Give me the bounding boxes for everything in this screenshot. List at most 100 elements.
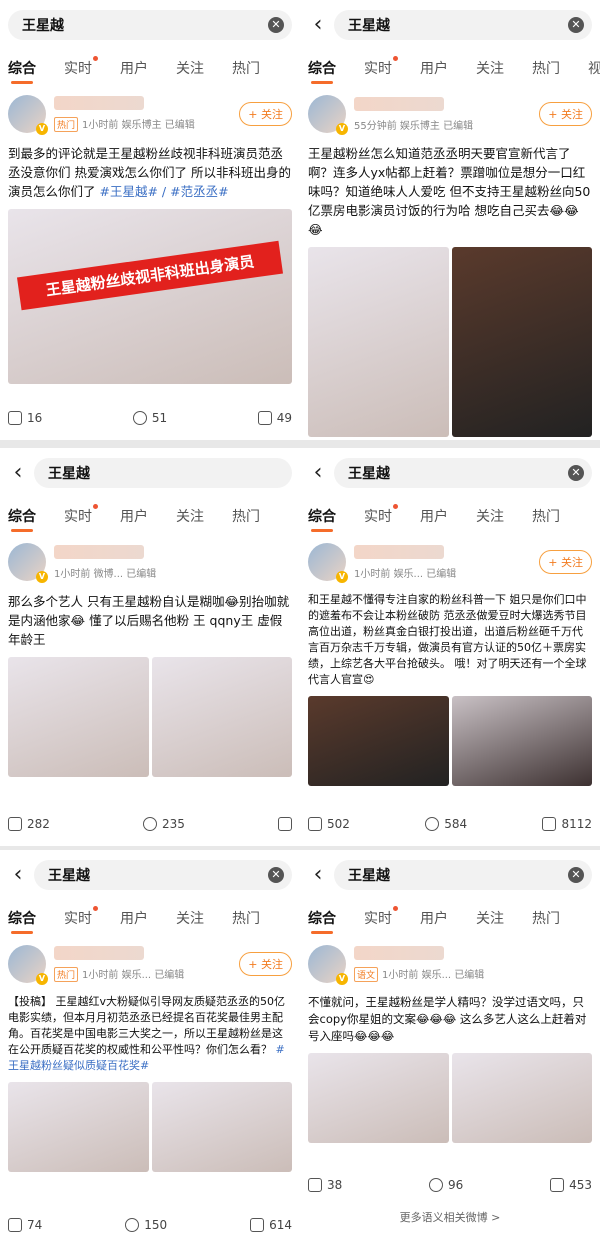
clear-icon[interactable]: ✕ [268, 867, 284, 883]
clear-icon[interactable]: ✕ [568, 465, 584, 481]
repost-button[interactable]: 502 [308, 817, 350, 831]
like-button[interactable]: 453 [550, 1178, 592, 1192]
back-icon[interactable]: ‹ [308, 462, 328, 484]
repost-button[interactable]: 16 [8, 411, 42, 425]
action-bar: 502 584 8112 [308, 812, 592, 836]
tab-video[interactable]: 视 [588, 58, 600, 78]
tab-realtime[interactable]: 实时 [64, 56, 98, 78]
tab-follow[interactable]: 关注 [476, 506, 504, 526]
search-input[interactable]: 王星越 ✕ [334, 10, 592, 40]
tab-follow[interactable]: 关注 [176, 58, 204, 78]
post-image[interactable] [308, 1053, 449, 1143]
comment-button[interactable]: 150 [125, 1218, 167, 1232]
tab-follow[interactable]: 关注 [176, 908, 204, 928]
username-blurred[interactable] [354, 544, 444, 559]
username-blurred[interactable] [354, 946, 444, 960]
search-input[interactable]: 王星越 [34, 458, 292, 488]
avatar[interactable] [8, 95, 48, 135]
tab-hot[interactable]: 热门 [232, 908, 260, 928]
screenshot-panel-3: ‹ 王星越 综合 实时 用户 关注 热门 1小时前 微博... 已编辑 那么多个… [0, 448, 300, 846]
avatar[interactable] [308, 95, 348, 135]
username-blurred[interactable] [54, 96, 144, 110]
tab-all[interactable]: 综合 [308, 58, 336, 84]
comment-button[interactable]: 584 [425, 817, 467, 831]
post-image[interactable] [451, 1053, 592, 1143]
tab-realtime[interactable]: 实时 [64, 504, 98, 526]
tab-hot[interactable]: 热门 [532, 908, 560, 928]
like-icon [257, 411, 272, 425]
tab-hot[interactable]: 热门 [532, 58, 560, 78]
clear-icon[interactable]: ✕ [268, 17, 284, 33]
search-bar: ‹ 王星越 ✕ [8, 858, 292, 892]
back-icon[interactable]: ‹ [308, 864, 328, 886]
tab-users[interactable]: 用户 [420, 506, 448, 526]
clear-icon[interactable]: ✕ [568, 17, 584, 33]
tab-follow[interactable]: 关注 [476, 58, 504, 78]
avatar[interactable] [8, 543, 48, 583]
like-button[interactable]: 614 [250, 1218, 292, 1232]
post-image[interactable] [451, 696, 592, 786]
tab-realtime[interactable]: 实时 [364, 504, 398, 526]
repost-button[interactable]: 282 [8, 817, 50, 831]
action-bar: 74 150 614 [8, 1213, 292, 1237]
back-icon[interactable]: ‹ [8, 462, 28, 484]
like-button[interactable]: 8112 [542, 817, 592, 831]
repost-button[interactable]: 38 [308, 1178, 342, 1192]
like-button[interactable] [278, 817, 292, 831]
avatar[interactable] [308, 543, 348, 583]
post-image[interactable] [151, 657, 292, 777]
comment-button[interactable]: 51 [132, 411, 167, 425]
tab-users[interactable]: 用户 [120, 506, 148, 526]
tab-users[interactable]: 用户 [420, 908, 448, 928]
back-icon[interactable]: ‹ [8, 864, 28, 886]
tab-all[interactable]: 综合 [308, 908, 336, 934]
follow-button[interactable]: + 关注 [239, 952, 292, 976]
action-bar: 16 51 49 [8, 406, 292, 430]
tab-hot[interactable]: 热门 [232, 506, 260, 526]
post-image[interactable] [8, 1082, 149, 1172]
username-blurred[interactable] [54, 946, 144, 960]
tab-hot[interactable]: 热门 [532, 506, 560, 526]
post-image[interactable] [308, 247, 449, 437]
tab-realtime[interactable]: 实时 [364, 56, 398, 78]
screenshot-panel-4: ‹ 王星越✕ 综合 实时 用户 关注 热门 1小时前 娱乐... 已编辑 + 关… [300, 448, 600, 846]
tab-all[interactable]: 综合 [308, 506, 336, 532]
tab-all[interactable]: 综合 [8, 908, 36, 934]
avatar[interactable] [308, 945, 348, 985]
post-image[interactable]: 王星越粉丝歧视非科班出身演员 [8, 209, 292, 384]
search-input[interactable]: 王星越 ✕ [334, 458, 592, 488]
post-image[interactable] [308, 696, 449, 786]
post-tags[interactable]: #王星越# / #范丞丞# [100, 184, 229, 199]
action-bar: 282 235 [8, 812, 292, 836]
tab-all[interactable]: 综合 [8, 506, 36, 532]
tab-realtime[interactable]: 实时 [64, 906, 98, 928]
tab-all[interactable]: 综合 [8, 58, 36, 84]
search-input[interactable]: 王星越 ✕ [34, 860, 292, 890]
post-image[interactable] [8, 657, 149, 777]
follow-button[interactable]: + 关注 [239, 102, 292, 126]
username-blurred[interactable] [354, 96, 444, 111]
comment-button[interactable]: 96 [429, 1178, 463, 1192]
username-blurred[interactable] [54, 544, 144, 559]
clear-icon[interactable]: ✕ [568, 867, 584, 883]
tab-follow[interactable]: 关注 [476, 908, 504, 928]
avatar[interactable] [8, 945, 48, 985]
back-icon[interactable]: ‹ [308, 14, 328, 36]
tab-users[interactable]: 用户 [120, 58, 148, 78]
like-button[interactable]: 49 [257, 411, 292, 425]
repost-button[interactable]: 74 [8, 1218, 42, 1232]
comment-button[interactable]: 235 [143, 817, 185, 831]
tab-hot[interactable]: 热门 [232, 58, 260, 78]
post-image[interactable] [151, 1082, 292, 1172]
tab-realtime[interactable]: 实时 [364, 906, 398, 928]
search-input[interactable]: 王星越 ✕ [8, 10, 292, 40]
tab-users[interactable]: 用户 [420, 58, 448, 78]
follow-button[interactable]: + 关注 [539, 550, 592, 574]
more-related-link[interactable]: 更多语义相关微博 > [300, 1209, 600, 1225]
follow-button[interactable]: + 关注 [539, 102, 592, 126]
post-image[interactable] [451, 247, 592, 437]
tab-follow[interactable]: 关注 [176, 506, 204, 526]
tab-users[interactable]: 用户 [120, 908, 148, 928]
post-images [8, 657, 292, 777]
search-input[interactable]: 王星越 ✕ [334, 860, 592, 890]
